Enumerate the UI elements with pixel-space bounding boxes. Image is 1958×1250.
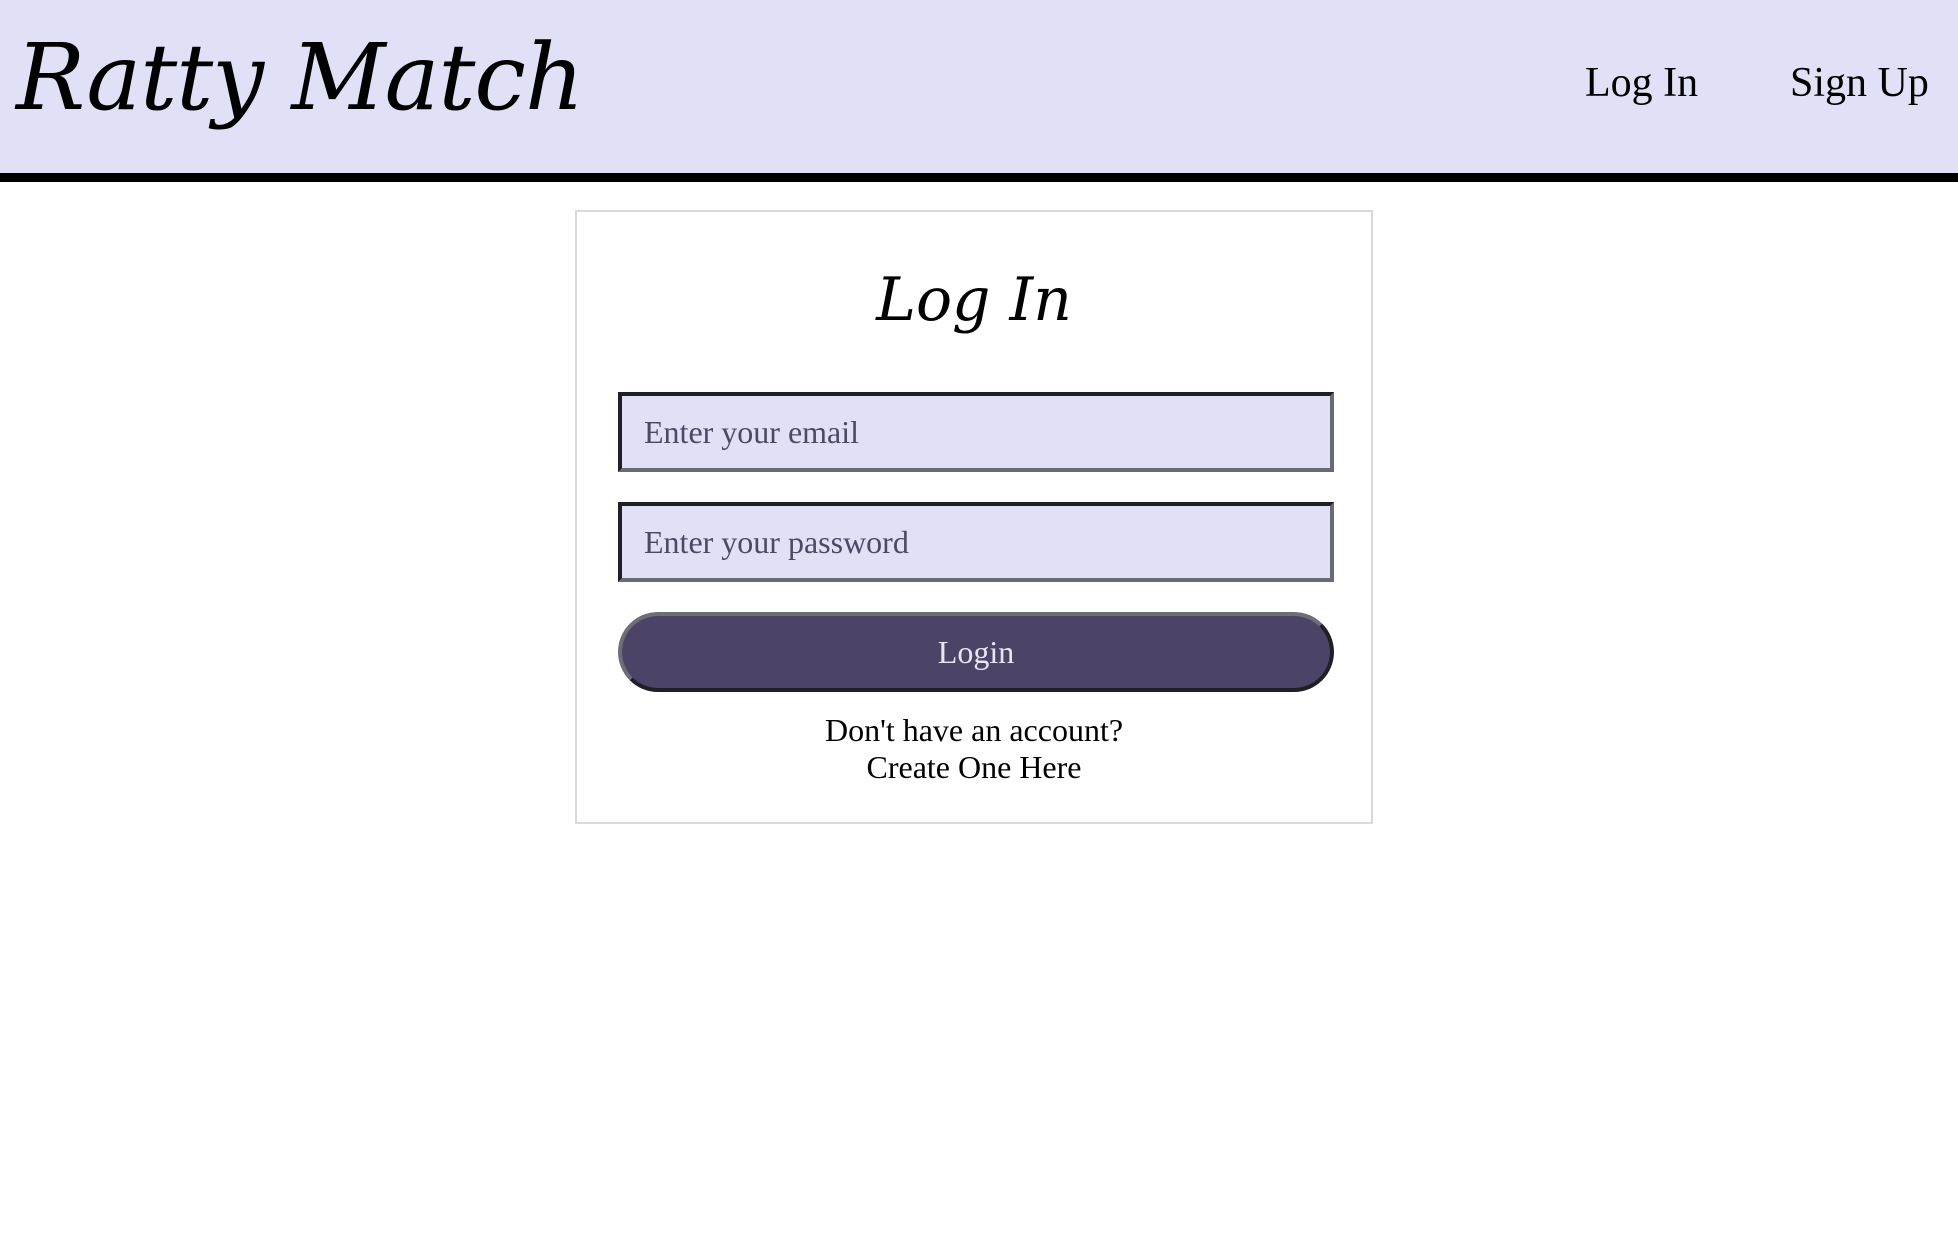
login-title: Log In	[876, 265, 1072, 335]
login-button[interactable]: Login	[618, 612, 1334, 692]
signup-prompt: Don't have an account? Create One Here	[577, 712, 1371, 786]
no-account-text: Don't have an account?	[824, 712, 1124, 748]
nav-signup-link[interactable]: Sign Up	[1790, 58, 1929, 108]
site-header: Ratty Match Log In Sign Up	[0, 0, 1958, 182]
nav-login-link[interactable]: Log In	[1585, 58, 1698, 108]
site-logo[interactable]: Ratty Match	[16, 18, 584, 138]
create-account-link[interactable]: Create One Here	[867, 749, 1082, 785]
email-input[interactable]	[618, 392, 1334, 472]
login-card: Log In Login Don't have an account? Crea…	[575, 210, 1373, 824]
password-input[interactable]	[618, 502, 1334, 582]
